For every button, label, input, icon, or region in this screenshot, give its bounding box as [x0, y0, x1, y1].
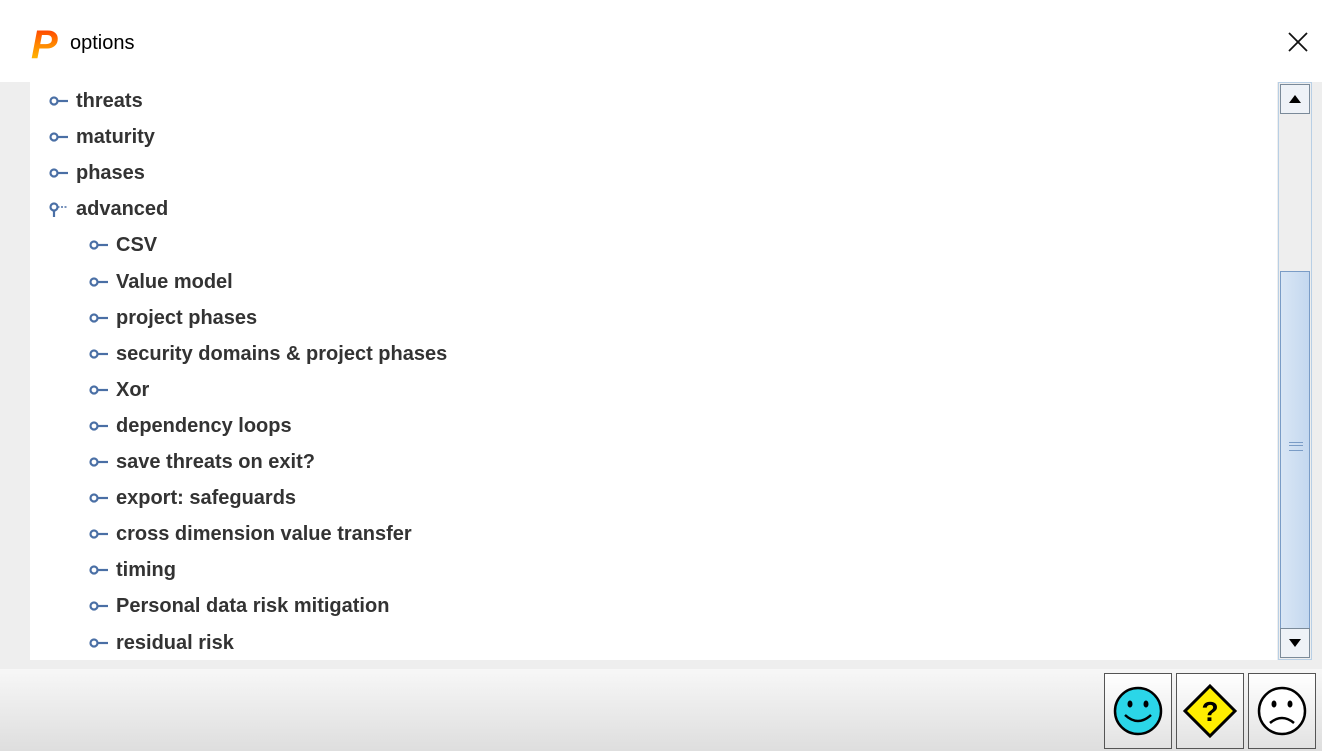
svg-text:?: ? [1201, 696, 1218, 727]
node-collapsed-icon[interactable] [88, 490, 110, 506]
scroll-thumb[interactable] [1280, 271, 1310, 629]
tree-node-threats[interactable]: threats [48, 86, 143, 116]
arrow-down-icon [1289, 639, 1301, 647]
node-collapsed-icon[interactable] [88, 598, 110, 614]
tree-node-label: dependency loops [116, 414, 292, 437]
sad-face-icon [1257, 686, 1307, 736]
node-collapsed-icon[interactable] [88, 310, 110, 326]
tree-node-xor[interactable]: Xor [88, 375, 149, 405]
node-collapsed-icon[interactable] [88, 382, 110, 398]
node-collapsed-icon[interactable] [48, 129, 70, 145]
tree-node-export-safeguards[interactable]: export: safeguards [88, 483, 296, 513]
tree-node-label: maturity [76, 125, 155, 148]
tree-node-label: phases [76, 161, 145, 184]
close-icon [1288, 32, 1308, 52]
node-collapsed-icon[interactable] [48, 93, 70, 109]
node-collapsed-icon[interactable] [88, 526, 110, 542]
node-collapsed-icon[interactable] [88, 274, 110, 290]
window-title: options [70, 32, 135, 54]
tree-node-label: residual risk [116, 631, 234, 654]
scroll-up-button[interactable] [1280, 84, 1310, 114]
tree-node-label: project phases [116, 306, 258, 329]
tree-node-maturity[interactable]: maturity [48, 122, 155, 152]
tree-node-value-model[interactable]: Value model [88, 267, 233, 297]
tree-node-personal-data-risk-mitigation[interactable]: Personal data risk mitigation [88, 591, 389, 621]
options-tree[interactable]: threats maturity phases advanced CSV Value mo… [30, 82, 1277, 660]
node-expanded-icon[interactable] [48, 201, 70, 217]
tree-node-cross-dimension-value-transfer[interactable]: cross dimension value transfer [88, 519, 412, 549]
tree-node-label: CSV [116, 233, 158, 256]
tree-node-project-phases[interactable]: project phases [88, 303, 257, 333]
vertical-scrollbar[interactable] [1278, 82, 1312, 660]
ok-button[interactable] [1104, 673, 1172, 749]
tree-node-phases[interactable]: phases [48, 158, 145, 188]
tree-node-csv[interactable]: CSV [88, 230, 157, 260]
tree-node-advanced[interactable]: advanced [48, 194, 168, 224]
tree-node-label: export: safeguards [116, 486, 297, 509]
tree-node-label: Personal data risk mitigation [116, 594, 390, 617]
tree-node-label: timing [116, 558, 176, 581]
help-diamond-icon: ? [1182, 683, 1238, 739]
tree-node-security-domains-project-phases[interactable]: security domains & project phases [88, 339, 447, 369]
node-collapsed-icon[interactable] [48, 165, 70, 181]
tree-node-save-threats-on-exit[interactable]: save threats on exit? [88, 447, 315, 477]
node-collapsed-icon[interactable] [88, 418, 110, 434]
tree-node-timing[interactable]: timing [88, 555, 176, 585]
tree-node-label: Value model [116, 270, 233, 293]
close-button[interactable] [1278, 22, 1318, 62]
tree-node-dependency-loops[interactable]: dependency loops [88, 411, 292, 441]
help-button[interactable]: ? [1176, 673, 1244, 749]
title-bar: P options [0, 0, 1322, 82]
node-collapsed-icon[interactable] [88, 635, 110, 651]
node-collapsed-icon[interactable] [88, 454, 110, 470]
tree-node-label: cross dimension value transfer [116, 522, 412, 545]
cancel-button[interactable] [1248, 673, 1316, 749]
svg-text:P: P [31, 24, 58, 64]
thumb-grip-icon [1289, 442, 1303, 451]
arrow-up-icon [1289, 95, 1301, 103]
app-logo-icon: P [31, 24, 58, 64]
tree-node-label: save threats on exit? [116, 450, 315, 473]
happy-face-icon [1113, 686, 1163, 736]
tree-node-label: Xor [116, 378, 150, 401]
tree-node-label: security domains & project phases [116, 342, 448, 365]
node-collapsed-icon[interactable] [88, 562, 110, 578]
tree-node-residual-risk[interactable]: residual risk [88, 628, 234, 658]
node-collapsed-icon[interactable] [88, 346, 110, 362]
tree-node-label: advanced [76, 197, 169, 220]
node-collapsed-icon[interactable] [88, 237, 110, 253]
scroll-down-button[interactable] [1280, 628, 1310, 658]
tree-node-label: threats [76, 89, 143, 112]
